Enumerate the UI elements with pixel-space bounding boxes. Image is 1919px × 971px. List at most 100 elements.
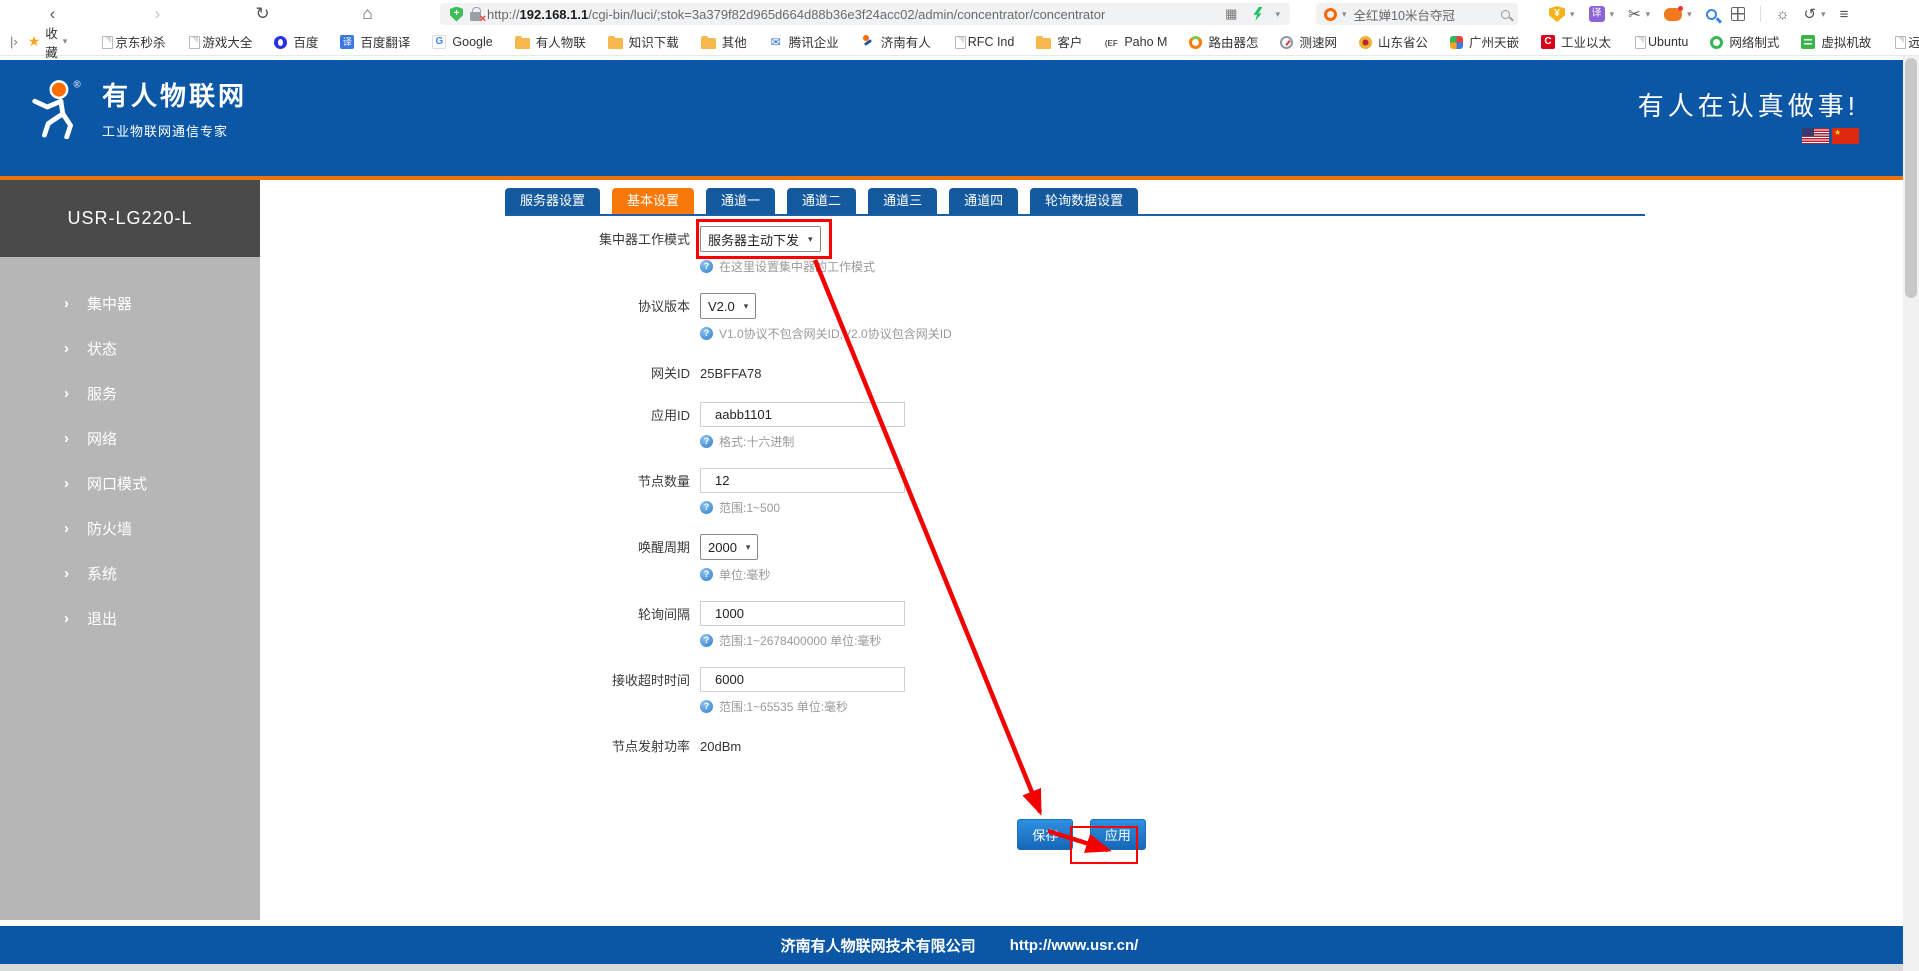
sidebar-toggle-icon[interactable]: |› bbox=[10, 34, 18, 49]
bookmark-item[interactable]: 游戏大全 bbox=[176, 32, 263, 51]
sidebar-item[interactable]: › 网络 bbox=[0, 416, 260, 461]
scrollbar-thumb[interactable] bbox=[1905, 58, 1917, 298]
speed-bolt-icon[interactable] bbox=[1253, 7, 1262, 21]
apps-grid-icon[interactable] bbox=[1731, 7, 1745, 21]
svg-text:®: ® bbox=[73, 80, 80, 91]
bookmark-item[interactable]: 有人物联 bbox=[504, 32, 597, 51]
select-control[interactable]: 2000▾ bbox=[700, 534, 758, 560]
bookmark-item[interactable]: 其他 bbox=[690, 32, 758, 51]
form-buttons: 保存 应用 bbox=[260, 819, 1903, 850]
header-slogan: 有人在认真做事! bbox=[1638, 86, 1859, 123]
bookmark-item[interactable]: Ubuntu bbox=[1622, 35, 1699, 49]
theme-sun-icon[interactable]: ☼ bbox=[1776, 6, 1790, 23]
form-row: 应用ID aabb1101▾ aabb1101 ? 格式:十六进制 bbox=[430, 402, 1903, 450]
browser-search-box[interactable]: ▾ 全红婵10米台夺冠 bbox=[1316, 3, 1518, 25]
tab[interactable]: 通道三 bbox=[868, 188, 937, 214]
address-bar[interactable]: http://192.168.1.1/cgi-bin/luci/;stok=3a… bbox=[440, 3, 1290, 25]
tab[interactable]: 基本设置 bbox=[612, 188, 694, 214]
folder-icon bbox=[701, 38, 716, 49]
sidebar-item[interactable]: › 网口模式 bbox=[0, 461, 260, 506]
field-label: 网关ID bbox=[430, 360, 690, 388]
sidebar-item[interactable]: › 系统 bbox=[0, 551, 260, 596]
field-label: 节点数量 bbox=[430, 468, 690, 516]
form-row: 网关ID 25BFFA78▾ 25BFFA78 bbox=[430, 360, 1903, 388]
screenshot-scissors-icon[interactable]: ✂ bbox=[1628, 5, 1641, 23]
bookmark-item[interactable]: 客户 bbox=[1025, 32, 1093, 51]
form-row: 节点发射功率 20dBm▾ 20dBm bbox=[430, 733, 1903, 761]
bookmark-item[interactable]: 测速网 bbox=[1269, 32, 1348, 51]
text-input[interactable] bbox=[700, 601, 905, 626]
search-engine-icon[interactable] bbox=[1324, 8, 1337, 21]
usr-logo-icon: ® bbox=[26, 77, 88, 139]
tab[interactable]: 服务器设置 bbox=[505, 188, 600, 214]
forward-icon[interactable]: › bbox=[105, 1, 210, 27]
tab[interactable]: 轮询数据设置 bbox=[1030, 188, 1138, 214]
bookmarks-bar: |› ★ 收藏 ▾ 京东秒杀 游戏大全 百度 百度翻译 bbox=[0, 28, 1919, 56]
language-chinese-flag-icon[interactable]: ★ bbox=[1832, 128, 1859, 144]
bookmark-item[interactable]: 工业以太 bbox=[1530, 32, 1622, 51]
translate-icon[interactable]: 译 bbox=[1589, 6, 1605, 22]
tab[interactable]: 通道四 bbox=[949, 188, 1018, 214]
sidebar-item[interactable]: › 集中器 bbox=[0, 281, 260, 326]
footer-link[interactable]: http://www.usr.cn/ bbox=[1010, 937, 1139, 954]
select-control[interactable]: V2.0▾ bbox=[700, 293, 756, 319]
sidebar-item[interactable]: › 服务 bbox=[0, 371, 260, 416]
bookmark-item[interactable]: 虚拟机故 bbox=[1790, 32, 1882, 51]
language-english-flag-icon[interactable] bbox=[1802, 128, 1829, 144]
tab[interactable]: 通道二 bbox=[787, 188, 856, 214]
sidebar-item[interactable]: › 状态 bbox=[0, 326, 260, 371]
help-text: 范围:1~65535 单位:毫秒 bbox=[719, 698, 848, 715]
bookmark-item[interactable]: RFC Ind bbox=[942, 35, 1026, 49]
wallet-shield-icon[interactable]: ¥ bbox=[1549, 6, 1565, 22]
select-control[interactable]: 服务器主动下发▾ bbox=[700, 226, 821, 252]
help-text: 在这里设置集中器的工作模式 bbox=[719, 258, 875, 275]
search-query[interactable]: 全红婵10米台夺冠 bbox=[1354, 5, 1501, 24]
text-input[interactable] bbox=[700, 468, 905, 493]
greensq-icon bbox=[1801, 35, 1815, 49]
paho-icon bbox=[1104, 35, 1118, 49]
bookmark-item[interactable]: 网络制式 bbox=[1699, 32, 1790, 51]
bookmark-item[interactable]: 腾讯企业 bbox=[758, 32, 850, 51]
bookmark-item[interactable]: 百度翻译 bbox=[329, 32, 421, 51]
menu-icon[interactable]: ≡ bbox=[1840, 6, 1849, 23]
select-caret-icon: ▾ bbox=[746, 542, 751, 553]
brand-name: 有人物联网 bbox=[102, 76, 247, 113]
vertical-scrollbar[interactable] bbox=[1903, 56, 1919, 971]
brand-tagline: 工业物联网通信专家 bbox=[102, 121, 247, 140]
apply-button[interactable]: 应用 bbox=[1090, 819, 1146, 850]
insecure-lock-icon bbox=[470, 12, 481, 21]
bookmark-item[interactable]: 广州天嵌 bbox=[1439, 32, 1530, 51]
save-button[interactable]: 保存 bbox=[1017, 819, 1073, 850]
bookmark-item[interactable]: 百度 bbox=[263, 32, 329, 51]
game-center-icon[interactable] bbox=[1664, 8, 1682, 21]
bookmark-item[interactable]: 山东省公 bbox=[1348, 32, 1439, 51]
security-shield-icon[interactable] bbox=[450, 7, 463, 22]
search-icon[interactable] bbox=[1501, 10, 1510, 19]
qr-code-icon[interactable]: ▦ bbox=[1225, 6, 1237, 22]
search-engine-caret-icon[interactable]: ▾ bbox=[1342, 9, 1347, 20]
bookmark-item[interactable]: 济南有人 bbox=[850, 32, 942, 51]
bookmark-item[interactable]: 京东秒杀 bbox=[89, 32, 176, 51]
restore-history-icon[interactable]: ↺ bbox=[1803, 5, 1816, 23]
field-label: 集中器工作模式 bbox=[430, 226, 690, 275]
bookmark-item[interactable]: Paho M bbox=[1093, 35, 1178, 49]
sidebar-item[interactable]: › 防火墙 bbox=[0, 506, 260, 551]
bookmark-item[interactable]: 知识下载 bbox=[597, 32, 690, 51]
chevron-right-icon: › bbox=[64, 475, 69, 492]
select-caret-icon: ▾ bbox=[808, 234, 813, 245]
bookmark-item[interactable]: 路由器怎 bbox=[1178, 32, 1269, 51]
home-icon[interactable]: ⌂ bbox=[315, 1, 420, 27]
find-icon[interactable] bbox=[1706, 9, 1717, 20]
favorites-button[interactable]: ★ 收藏 ▾ bbox=[28, 23, 68, 61]
bookmark-item[interactable]: 远程升级 bbox=[1882, 32, 1919, 51]
chevron-down-icon[interactable]: ▾ bbox=[1275, 9, 1280, 20]
text-input[interactable] bbox=[700, 667, 905, 692]
form-row: 轮询间隔 1000▾ 1000 ? 范围:1~2678400000 单位:毫秒 bbox=[430, 601, 1903, 649]
translate-icon bbox=[340, 35, 354, 49]
bookmark-item[interactable]: Google bbox=[421, 35, 503, 49]
tab[interactable]: 通道一 bbox=[706, 188, 775, 214]
help-question-icon: ? bbox=[700, 501, 713, 514]
refresh-icon[interactable]: ↻ bbox=[210, 1, 315, 27]
sidebar-item[interactable]: › 退出 bbox=[0, 596, 260, 641]
text-input[interactable] bbox=[700, 402, 905, 427]
